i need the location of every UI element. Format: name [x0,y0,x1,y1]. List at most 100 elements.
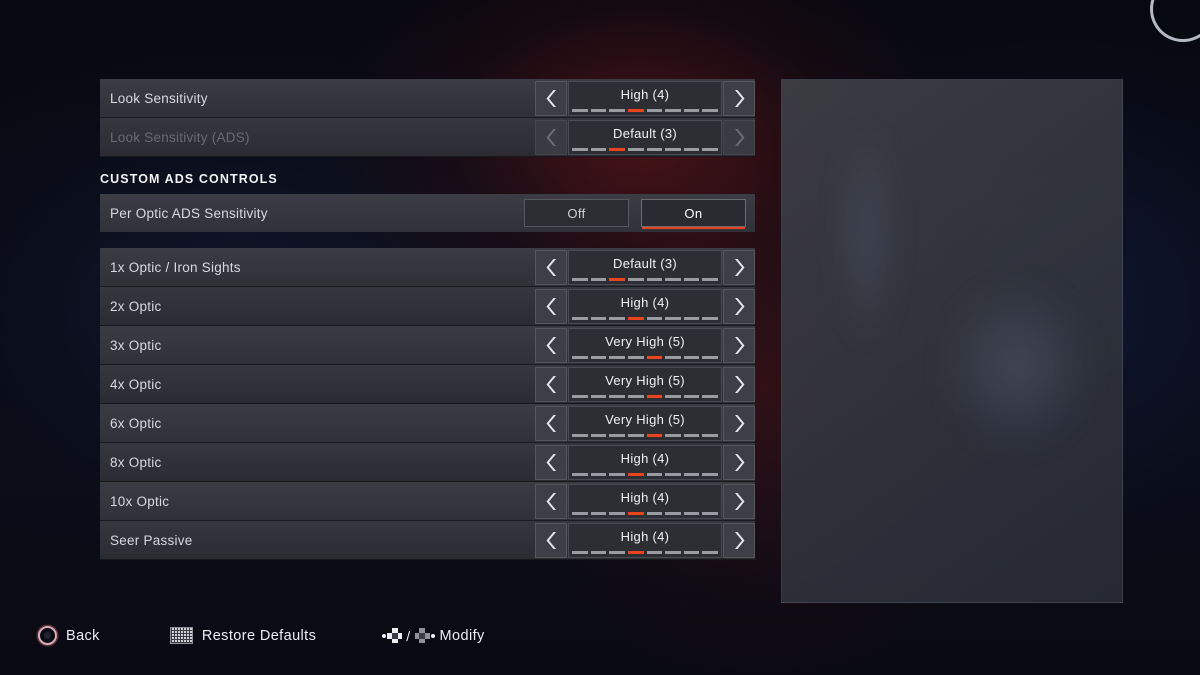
chevron-left-icon[interactable] [535,444,567,480]
setting-tick [646,511,663,515]
footer-hint[interactable]: / Modify [382,627,484,644]
setting-tick [609,355,625,359]
setting-tick [572,511,588,515]
setting-value-text: Very High (5) [605,372,685,388]
setting-value-box[interactable]: Default (3) [568,249,722,285]
chevron-right-icon[interactable] [723,119,755,155]
setting-value-box[interactable]: High (4) [568,288,722,324]
setting-row[interactable]: 3x Optic Very High (5) [100,326,755,365]
setting-tick [683,511,700,515]
chevron-left-icon[interactable] [535,327,567,363]
chevron-left-icon[interactable] [535,483,567,519]
setting-row[interactable]: 8x Optic High (4) [100,443,755,482]
setting-value-box[interactable]: Default (3) [568,119,722,155]
setting-value-text: High (4) [620,294,670,310]
section-header-custom-ads-controls: CUSTOM ADS CONTROLS [100,172,278,186]
setting-tick [702,550,718,554]
setting-tick [683,147,700,151]
setting-row-label: 3x Optic [110,337,162,353]
setting-stepper: Default (3) [535,118,755,157]
optic-sensitivity-group: 1x Optic / Iron Sights Default (3) 2x Opti… [100,248,755,560]
chevron-right-icon[interactable] [723,288,755,324]
chevron-right-icon[interactable] [723,249,755,285]
setting-tick [646,550,663,554]
chevron-right-icon[interactable] [723,522,755,558]
setting-row-label: 10x Optic [110,493,170,509]
setting-value-box[interactable]: High (4) [568,444,722,480]
setting-tick [702,394,718,398]
setting-tick-scale [572,316,718,320]
setting-tick [609,550,625,554]
setting-tick-scale [572,472,718,476]
setting-value-text: High (4) [620,489,670,505]
setting-row[interactable]: 1x Optic / Iron Sights Default (3) [100,248,755,287]
setting-value-box[interactable]: High (4) [568,522,722,558]
setting-tick [627,433,644,437]
setting-tick [683,550,700,554]
setting-tick [665,355,681,359]
setting-value-box[interactable]: Very High (5) [568,405,722,441]
setting-row[interactable]: 2x Optic High (4) [100,287,755,326]
setting-row[interactable]: 4x Optic Very High (5) [100,365,755,404]
setting-value-box[interactable]: Very High (5) [568,366,722,402]
setting-tick [572,394,588,398]
setting-tick [646,355,663,359]
dpad-left-icon [382,627,403,644]
chevron-left-icon[interactable] [535,249,567,285]
setting-tick [627,355,644,359]
setting-tick [572,316,588,320]
setting-row-label: 2x Optic [110,298,162,314]
chevron-left-icon[interactable] [535,80,567,116]
setting-tick [590,394,607,398]
chevron-left-icon[interactable] [535,522,567,558]
chevron-left-icon[interactable] [535,119,567,155]
setting-tick [572,472,588,476]
setting-row[interactable]: Look Sensitivity High (4) [100,79,755,118]
setting-tick [590,147,607,151]
setting-tick [590,108,607,112]
footer-hint-label: Back [66,627,100,644]
setting-tick [609,147,625,151]
setting-row[interactable]: Look Sensitivity (ADS) Default (3) [100,118,755,157]
setting-value-box[interactable]: High (4) [568,483,722,519]
setting-tick [627,147,644,151]
chevron-right-icon[interactable] [723,444,755,480]
toggle-option-off[interactable]: Off [524,199,629,227]
footer-hint[interactable]: Back [38,626,100,645]
chevron-left-icon[interactable] [535,288,567,324]
setting-value-text: Default (3) [613,125,677,141]
setting-row[interactable]: 10x Optic High (4) [100,482,755,521]
setting-tick [609,316,625,320]
setting-tick-scale [572,511,718,515]
setting-stepper: High (4) [535,443,755,482]
setting-tick [702,108,718,112]
setting-value-box[interactable]: Very High (5) [568,327,722,363]
footer-hint[interactable]: Restore Defaults [169,627,316,644]
setting-tick [572,433,588,437]
chevron-right-icon[interactable] [723,483,755,519]
setting-tick-scale [572,355,718,359]
setting-tick [590,472,607,476]
setting-tick [665,433,681,437]
setting-tick [590,316,607,320]
setting-tick [572,277,588,281]
setting-tick [683,316,700,320]
setting-row-label: 4x Optic [110,376,162,392]
per-optic-ads-sensitivity-row: Per Optic ADS Sensitivity Off On [100,194,755,232]
chevron-right-icon[interactable] [723,405,755,441]
chevron-right-icon[interactable] [723,366,755,402]
setting-row[interactable]: 6x Optic Very High (5) [100,404,755,443]
chevron-left-icon[interactable] [535,405,567,441]
setting-tick-scale [572,277,718,281]
setting-value-box[interactable]: High (4) [568,80,722,116]
setting-value-text: Very High (5) [605,411,685,427]
setting-row[interactable]: Seer Passive High (4) [100,521,755,560]
setting-tick [627,472,644,476]
chevron-right-icon[interactable] [723,327,755,363]
chevron-right-icon[interactable] [723,80,755,116]
toggle-option-on[interactable]: On [641,199,746,227]
setting-tick [572,550,588,554]
setting-row-label: Look Sensitivity [110,90,208,106]
per-optic-ads-sensitivity-toggle[interactable]: Off On [524,199,755,227]
chevron-left-icon[interactable] [535,366,567,402]
